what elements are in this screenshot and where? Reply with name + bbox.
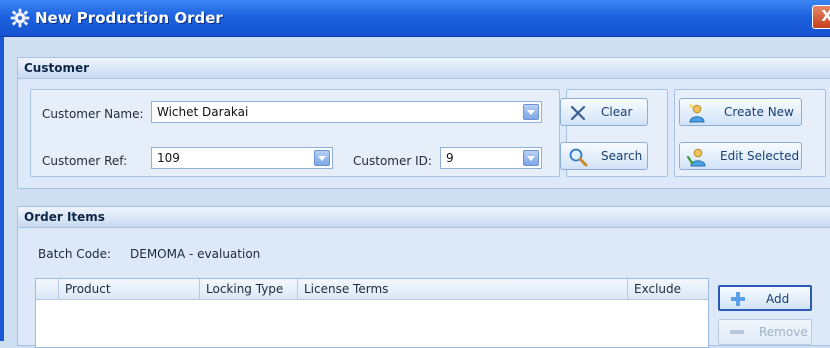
minus-icon — [730, 330, 744, 334]
grid-header-row: Product Locking Type License Terms Exclu… — [36, 279, 708, 300]
chevron-down-icon[interactable] — [314, 150, 330, 166]
chevron-down-icon[interactable] — [523, 104, 539, 120]
plus-icon — [731, 292, 745, 306]
create-new-button-label: Create New — [724, 105, 794, 119]
customer-name-label: Customer Name: — [42, 107, 144, 121]
close-button[interactable]: X — [812, 5, 830, 29]
window-title: New Production Order — [35, 9, 223, 27]
column-header-locking-type[interactable]: Locking Type — [199, 279, 297, 300]
x-icon — [570, 105, 586, 121]
magnifier-icon — [569, 148, 588, 167]
production-order-window: New Production Order X Customer Customer… — [0, 0, 830, 348]
title-bar[interactable]: New Production Order X — [0, 0, 830, 37]
order-items-grid[interactable]: Product Locking Type License Terms Exclu… — [35, 278, 709, 348]
customer-ref-value: 109 — [157, 151, 180, 165]
gear-icon — [10, 8, 30, 28]
column-header-license-terms[interactable]: License Terms — [297, 279, 627, 300]
customer-group-heading: Customer — [18, 58, 830, 79]
order-items-group-heading: Order Items — [18, 207, 830, 228]
customer-name-value: Wichet Darakai — [157, 105, 249, 119]
column-header-exclude[interactable]: Exclude — [627, 279, 710, 300]
customer-id-label: Customer ID: — [353, 154, 432, 168]
customer-id-combo[interactable]: 9 — [440, 147, 542, 169]
user-add-icon — [689, 104, 705, 123]
grid-row-selector-header — [36, 279, 58, 300]
add-button[interactable]: Add — [718, 285, 812, 311]
clear-button-label: Clear — [601, 105, 633, 119]
edit-selected-button[interactable]: Edit Selected — [679, 142, 802, 170]
clear-button[interactable]: Clear — [560, 98, 648, 126]
create-new-button[interactable]: Create New — [679, 98, 802, 126]
chevron-down-icon[interactable] — [523, 150, 539, 166]
search-button-label: Search — [601, 149, 643, 163]
batch-code-value: DEMOMA - evaluation — [130, 247, 261, 261]
add-button-label: Add — [766, 292, 790, 306]
customer-ref-label: Customer Ref: — [42, 154, 128, 168]
customer-ref-combo[interactable]: 109 — [151, 147, 333, 169]
column-header-product[interactable]: Product — [58, 279, 199, 300]
customer-name-combo[interactable]: Wichet Darakai — [151, 101, 542, 123]
order-items-group: Order Items Batch Code: DEMOMA - evaluat… — [17, 206, 830, 348]
search-button[interactable]: Search — [560, 142, 648, 170]
remove-button[interactable]: Remove — [718, 319, 812, 345]
window-border — [0, 37, 4, 341]
close-icon: X — [821, 7, 830, 25]
remove-button-label: Remove — [759, 325, 808, 339]
customer-id-value: 9 — [446, 151, 454, 165]
batch-code-label: Batch Code: — [38, 247, 112, 261]
user-edit-icon — [687, 148, 706, 167]
customer-group: Customer Customer Name: Wichet Darakai C… — [17, 57, 830, 189]
edit-selected-button-label: Edit Selected — [720, 149, 800, 163]
